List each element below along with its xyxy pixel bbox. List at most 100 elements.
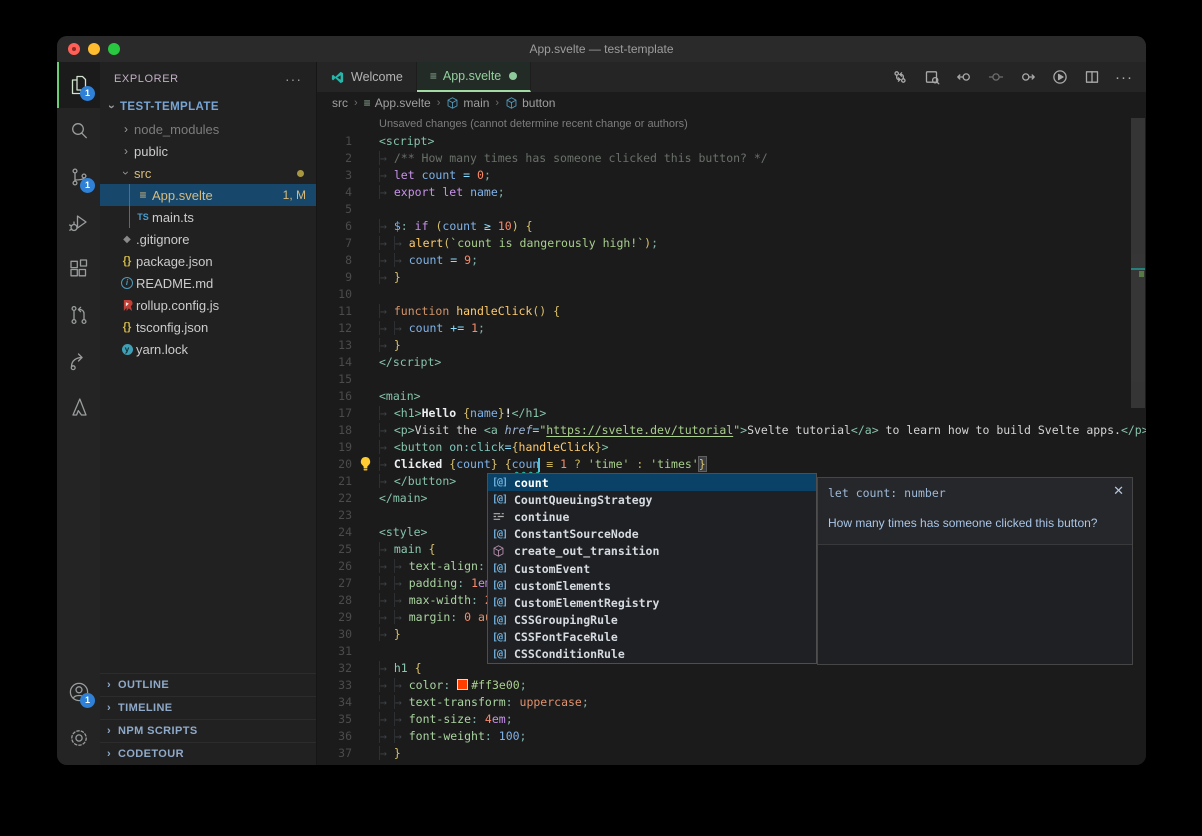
activity-extensions-icon[interactable] — [57, 246, 100, 292]
section-codetour[interactable]: ›CODETOUR — [100, 742, 316, 765]
scrollbar[interactable] — [1131, 118, 1145, 408]
activity-bar-bottom: 1 — [57, 669, 100, 765]
close-button[interactable] — [68, 43, 80, 55]
file-row-rollup-config-js[interactable]: rollup.config.js — [100, 294, 316, 316]
token: 1 — [471, 321, 478, 335]
titlebar[interactable]: App.svelte — test-template — [57, 36, 1146, 62]
variable-icon: [@] — [492, 494, 507, 505]
code-line-12[interactable]: 12→ → count += 1; — [317, 320, 1146, 337]
token: </a> — [851, 423, 879, 437]
suggest-item-continue[interactable]: continue — [488, 508, 816, 525]
suggest-item-customelements[interactable]: [@]customElements — [488, 577, 816, 594]
tab-app-svelte[interactable]: ≡App.svelte — [417, 62, 531, 92]
code-line-9[interactable]: 9→ } — [317, 269, 1146, 286]
more-actions-icon[interactable]: ··· — [1112, 65, 1136, 89]
activity-account-icon[interactable]: 1 — [57, 669, 100, 715]
activity-live-share-icon[interactable] — [57, 338, 100, 384]
tour-next-icon[interactable] — [1016, 65, 1040, 89]
code-line-14[interactable]: 14</script> — [317, 354, 1146, 371]
code-line-10[interactable]: 10 — [317, 286, 1146, 303]
activity-source-control-icon[interactable]: 1 — [57, 154, 100, 200]
lightbulb-icon[interactable] — [358, 456, 373, 472]
suggest-kind-variable-icon: [@] — [492, 529, 514, 540]
token: count — [409, 321, 444, 335]
code-line-2[interactable]: 2→ /** How many times has someone clicke… — [317, 150, 1146, 167]
activity-search-icon[interactable] — [57, 108, 100, 154]
code-line-8[interactable]: 8→ → count = 9; — [317, 252, 1146, 269]
close-icon[interactable]: ✕ — [1113, 483, 1124, 499]
code-line-3[interactable]: 3→ let count = 0; — [317, 167, 1146, 184]
breadcrumb-item-main[interactable]: main — [446, 96, 489, 110]
section-outline[interactable]: ›OUTLINE — [100, 673, 316, 696]
line-number: 11 — [317, 303, 352, 320]
activity-azure-icon[interactable] — [57, 384, 100, 430]
file-row-package-json[interactable]: {}package.json — [100, 250, 316, 272]
code-line-33[interactable]: 33→ → color: #ff3e00; — [317, 677, 1146, 694]
suggest-item-countqueuingstrategy[interactable]: [@]CountQueuingStrategy — [488, 491, 816, 508]
section-timeline[interactable]: ›TIMELINE — [100, 696, 316, 719]
suggest-item-constantsourcenode[interactable]: [@]ConstantSourceNode — [488, 526, 816, 543]
code-line-20[interactable]: 20→ Clicked {count} {coun ≡ 1 ? 'time' :… — [317, 456, 1146, 473]
file-row-readme-md[interactable]: iREADME.md — [100, 272, 316, 294]
activity-explorer-icon[interactable]: 1 — [57, 62, 100, 108]
activity-run-debug-icon[interactable] — [57, 200, 100, 246]
suggest-item-create_out_transition[interactable]: create_out_transition — [488, 543, 816, 560]
file-row-node-modules[interactable]: ›node_modules — [100, 118, 316, 140]
file-row-src[interactable]: ›src — [100, 162, 316, 184]
code-line-18[interactable]: 18→ <p>Visit the <a href="https://svelte… — [317, 422, 1146, 439]
code-line-34[interactable]: 34→ → text-transform: uppercase; — [317, 694, 1146, 711]
code-line-16[interactable]: 16<main> — [317, 388, 1146, 405]
code-line-6[interactable]: 6→ $: if (count ≥ 10) { — [317, 218, 1146, 235]
code-line-1[interactable]: 1<script> — [317, 133, 1146, 150]
file-row-tsconfig-json[interactable]: {}tsconfig.json — [100, 316, 316, 338]
line-content: → → count += 1; — [379, 320, 1146, 337]
zoom-button[interactable] — [108, 43, 120, 55]
file-row-app-svelte[interactable]: ≡App.svelte1, M — [100, 184, 316, 206]
code-line-13[interactable]: 13→ } — [317, 337, 1146, 354]
code-line-19[interactable]: 19→ <button on:click={handleClick}> — [317, 439, 1146, 456]
tab-welcome[interactable]: Welcome — [317, 62, 417, 92]
json-braces-icon: {} — [123, 255, 132, 267]
suggest-item-cssfontfacerule[interactable]: [@]CSSFontFaceRule — [488, 629, 816, 646]
start-codetour-icon[interactable] — [1048, 65, 1072, 89]
minimize-button[interactable] — [88, 43, 100, 55]
suggest-item-customevent[interactable]: [@]CustomEvent — [488, 560, 816, 577]
codelens-unsaved-changes[interactable]: Unsaved changes (cannot determine recent… — [317, 114, 1146, 133]
activity-settings-gear-icon[interactable] — [57, 715, 100, 761]
file-row-public[interactable]: ›public — [100, 140, 316, 162]
code-line-37[interactable]: 37→ } — [317, 745, 1146, 762]
token: coun — [512, 457, 540, 471]
split-editor-icon[interactable] — [1080, 65, 1104, 89]
file-row-yarn-lock[interactable]: yyarn.lock — [100, 338, 316, 360]
code-line-17[interactable]: 17→ <h1>Hello {name}!</h1> — [317, 405, 1146, 422]
breadcrumb-item-src[interactable]: src — [332, 96, 348, 110]
code-line-5[interactable]: 5 — [317, 201, 1146, 218]
suggest-item-cssgroupingrule[interactable]: [@]CSSGroupingRule — [488, 612, 816, 629]
open-preview-icon[interactable] — [920, 65, 944, 89]
file-row--gitignore[interactable]: ◆.gitignore — [100, 228, 316, 250]
open-changes-icon[interactable] — [888, 65, 912, 89]
file-row-main-ts[interactable]: TSmain.ts — [100, 206, 316, 228]
suggest-item-cssconditionrule[interactable]: [@]CSSConditionRule — [488, 646, 816, 663]
code-line-7[interactable]: 7→ → alert(`count is dangerously high!`)… — [317, 235, 1146, 252]
code-line-15[interactable]: 15 — [317, 371, 1146, 388]
gutter-gap — [352, 201, 379, 218]
code-line-35[interactable]: 35→ → font-size: 4em; — [317, 711, 1146, 728]
more-actions-icon[interactable]: ··· — [285, 71, 302, 87]
code-line-36[interactable]: 36→ → font-weight: 100; — [317, 728, 1146, 745]
suggest-item-count[interactable]: [@]count — [488, 474, 816, 491]
suggest-item-customelementregistry[interactable]: [@]CustomElementRegistry — [488, 594, 816, 611]
breadcrumb-item-button[interactable]: button — [505, 96, 555, 110]
code-line-4[interactable]: 4→ export let name; — [317, 184, 1146, 201]
gutter-gap — [352, 507, 379, 524]
breadcrumb-item-app-svelte[interactable]: ≡App.svelte — [364, 96, 431, 110]
token: → — [379, 338, 394, 352]
code-line-11[interactable]: 11→ function handleClick() { — [317, 303, 1146, 320]
section-npm-scripts[interactable]: ›NPM SCRIPTS — [100, 719, 316, 742]
tour-current-icon[interactable] — [984, 65, 1008, 89]
activity-github-pr-icon[interactable] — [57, 292, 100, 338]
code-editor[interactable]: Unsaved changes (cannot determine recent… — [317, 114, 1146, 765]
tree-root-test-template[interactable]: › TEST-TEMPLATE — [100, 96, 316, 118]
tour-previous-icon[interactable] — [952, 65, 976, 89]
token: → — [394, 559, 409, 573]
